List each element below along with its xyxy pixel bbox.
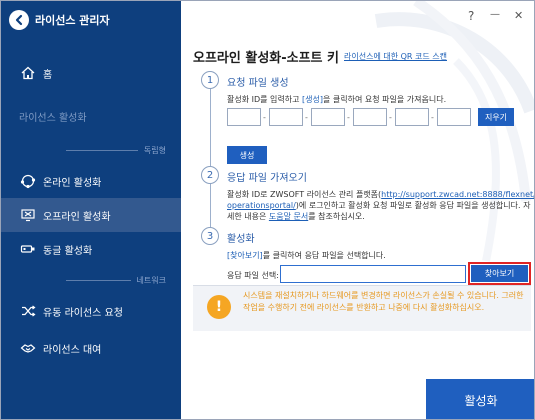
qr-code-scan-link[interactable]: 라이선스에 대한 QR 코드 스캔 xyxy=(344,51,447,62)
license-manager-window: 라이선스 관리자 홈 라이선스 활성화 독립형 온라인 활성화 오프라인 활성화… xyxy=(0,0,535,420)
step-title-1: 요청 파일 생성 xyxy=(227,78,289,89)
sidebar-item-license-activation: 라이선스 활성화 xyxy=(1,99,181,133)
help-document-link[interactable]: 도움말 문서 xyxy=(269,212,308,221)
activation-id-field-3[interactable] xyxy=(311,108,345,126)
browse-button[interactable]: 찾아보기 xyxy=(471,265,528,282)
dongle-icon xyxy=(19,240,37,258)
globe-icon xyxy=(19,172,37,190)
sidebar-item-label: 라이선스 대여 xyxy=(43,344,102,356)
sidebar-item-label: 유동 라이선스 요청 xyxy=(43,307,123,319)
warning-box: ! 시스템을 재설치하거나 하드웨어를 변경하면 라이선스가 손실될 수 있습니… xyxy=(193,285,531,331)
sidebar-item-offline-activation[interactable]: 오프라인 활성화 xyxy=(1,198,181,232)
separator: - xyxy=(263,113,266,122)
separator: - xyxy=(305,113,308,122)
step-connector xyxy=(210,88,211,166)
browse-button-highlight: 찾아보기 xyxy=(468,262,531,285)
response-file-label: 응답 파일 선택: xyxy=(227,271,279,280)
sidebar-item-floating-license-request[interactable]: 유동 라이선스 요청 xyxy=(1,294,181,328)
sidebar: 라이선스 관리자 홈 라이선스 활성화 독립형 온라인 활성화 오프라인 활성화… xyxy=(1,1,181,419)
activation-id-field-2[interactable] xyxy=(269,108,303,126)
support-portal-link-cont[interactable]: operationsportal/ xyxy=(227,201,296,210)
app-title: 라이선스 관리자 xyxy=(35,14,110,27)
back-arrow-icon[interactable] xyxy=(9,10,29,30)
shuffle-icon xyxy=(19,302,37,320)
separator: - xyxy=(347,113,350,122)
step-number-2: 2 xyxy=(201,166,219,184)
generate-button[interactable]: 생성 xyxy=(227,146,267,164)
app-brand: 라이선스 관리자 xyxy=(9,9,110,31)
sidebar-item-online-activation[interactable]: 온라인 활성화 xyxy=(1,164,181,198)
step-number-3: 3 xyxy=(201,227,219,245)
close-button[interactable]: ✕ xyxy=(514,9,523,22)
activation-id-field-4[interactable] xyxy=(353,108,387,126)
separator: - xyxy=(389,113,392,122)
activate-button[interactable]: 활성화 xyxy=(426,379,534,419)
activation-id-field-1[interactable] xyxy=(227,108,261,126)
warning-icon: ! xyxy=(207,295,231,319)
sidebar-item-label: 온라인 활성화 xyxy=(43,177,102,189)
step-connector xyxy=(210,184,211,227)
offline-screen-icon xyxy=(19,206,37,224)
response-file-input[interactable] xyxy=(280,265,466,283)
clear-button[interactable]: 지우기 xyxy=(478,108,514,126)
separator: - xyxy=(431,113,434,122)
step-title-2: 응답 파일 가져오기 xyxy=(227,173,307,184)
step-number-1: 1 xyxy=(201,71,219,89)
activation-id-field-5[interactable] xyxy=(395,108,429,126)
sidebar-item-home[interactable]: 홈 xyxy=(1,56,181,90)
section-divider-standalone: 독립형 xyxy=(66,144,166,156)
activation-id-field-6[interactable] xyxy=(437,108,471,126)
help-icon[interactable]: ? xyxy=(468,9,474,23)
sidebar-item-dongle-activation[interactable]: 동글 활성화 xyxy=(1,232,181,266)
step1-description: 활성화 ID를 입력하고 [생성]을 클릭하여 요청 파일을 가져옵니다. xyxy=(227,95,447,104)
sidebar-item-label: 오프라인 활성화 xyxy=(43,211,111,223)
section-divider-network: 네트워크 xyxy=(66,274,166,286)
home-icon xyxy=(19,64,37,82)
support-portal-link[interactable]: http://support.zwcad.net:8888/flexnet/ xyxy=(381,190,534,199)
sidebar-item-label: 동글 활성화 xyxy=(43,245,93,257)
warning-text: 시스템을 재설치하거나 하드웨어를 변경하면 라이선스가 손실될 수 있습니다.… xyxy=(243,291,524,312)
sidebar-item-label: 홈 xyxy=(43,69,53,81)
step3-description: [찾아보기]를 클릭하여 응답 파일을 선택합니다. xyxy=(227,251,386,260)
main-panel: ? — ✕ 오프라인 활성화-소프트 키 라이선스에 대한 QR 코드 스캔 1… xyxy=(181,1,535,419)
sidebar-item-license-borrow[interactable]: 라이선스 대여 xyxy=(1,331,181,365)
step-title-3: 활성화 xyxy=(227,234,255,245)
page-title: 오프라인 활성화-소프트 키 xyxy=(193,51,340,66)
handshake-icon xyxy=(19,339,37,357)
minimize-button[interactable]: — xyxy=(490,9,500,20)
sidebar-item-label: 라이선스 활성화 xyxy=(19,112,87,124)
step2-description: 활성화 ID로 ZWSOFT 라이선스 관리 플랫폼(http://suppor… xyxy=(227,190,535,221)
